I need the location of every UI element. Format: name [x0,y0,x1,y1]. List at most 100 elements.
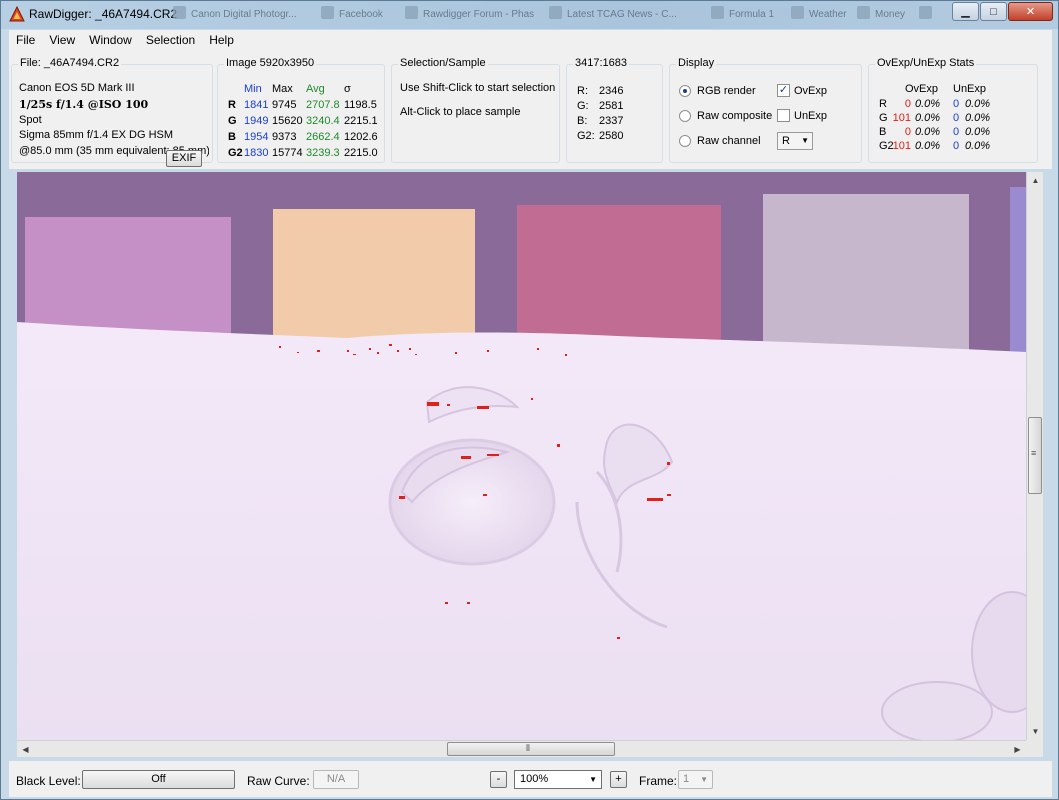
horizontal-scrollbar[interactable]: ◀ ⦀ ▶ [17,740,1026,757]
scroll-up-icon[interactable]: ▲ [1027,172,1044,189]
header-min: Min [244,83,262,95]
file-info-group: File: _46A7494.CR2 Canon EOS 5D Mark III… [11,57,213,167]
stats-channel: G [879,112,888,124]
row-min: 1841 [244,99,269,111]
image-viewport[interactable] [17,172,1026,740]
unexp-percent: 0.0% [965,140,991,152]
ghost-tab: Facebook [321,6,391,23]
emboss-shape [881,681,993,740]
menu-view[interactable]: View [42,30,82,50]
color-patch [273,209,475,349]
row-sigma: 2215.0 [344,147,378,159]
unexp-checkbox[interactable] [777,109,790,122]
metering-mode: Spot [19,114,42,126]
black-level-button[interactable]: Off [82,770,235,789]
ghost-tab: Canon Digital Photogr... [173,6,298,23]
selection-hint: Use Shift-Click to start selection [400,82,556,94]
zoom-select[interactable]: 100% ▼ [514,770,602,789]
unexp-label[interactable]: UnExp [794,110,827,122]
maximize-icon: □ [990,5,997,18]
close-button[interactable]: ✕ [1008,2,1053,21]
zoom-out-button[interactable]: - [490,771,507,788]
ovexp-percent: 0.0% [915,140,941,152]
menu-selection[interactable]: Selection [139,30,202,50]
sample-value: 2581 [599,100,624,112]
sample-label: G2: [577,130,595,142]
unexp-count: 0 [953,140,960,152]
row-channel: G2 [228,147,243,159]
row-min: 1949 [244,115,269,127]
scroll-down-icon[interactable]: ▼ [1027,723,1044,740]
maximize-button[interactable]: □ [980,2,1007,21]
file-group-title: File: _46A7494.CR2 [18,57,122,69]
menu-bar: File View Window Selection Help [9,30,1052,50]
ovexp-count: 101 [892,112,911,124]
exposure-settings: 1/25s f/1.4 @ISO 100 [19,98,149,111]
rgb-render-radio[interactable] [679,85,691,97]
scroll-left-icon[interactable]: ◀ [17,741,34,758]
title-bar[interactable]: RawDigger: _46A7494.CR2 Canon Digital Ph… [1,1,1058,29]
sample-label: B: [577,115,588,127]
horizontal-scroll-thumb[interactable]: ⦀ [447,742,615,756]
camera-model: Canon EOS 5D Mark III [19,82,135,94]
frame-label: Frame: [639,774,678,788]
raw-curve-button[interactable]: N/A [313,770,359,789]
unexp-percent: 0.0% [965,112,991,124]
row-max: 9373 [272,131,297,143]
frame-select[interactable]: 1 ▼ [678,770,713,789]
row-channel: G [228,115,237,127]
grip-icon: ⦀ [526,743,530,753]
scrollbar-corner [1026,740,1043,757]
color-patch [517,205,721,350]
sample-value: 2346 [599,85,624,97]
image-group-title: Image 5920x3950 [224,57,317,69]
raw-channel-select[interactable]: R ▼ [777,132,813,150]
menu-help[interactable]: Help [202,30,241,50]
raw-image-preview [17,172,1026,740]
chevron-down-icon: ▼ [589,775,597,784]
ovexp-checkbox[interactable]: ✓ [777,84,790,97]
vertical-scroll-thumb[interactable]: ≡ [1028,417,1042,494]
row-channel: R [228,99,236,111]
menu-file[interactable]: File [9,30,42,50]
scroll-right-icon[interactable]: ▶ [1009,741,1026,758]
grip-icon: ≡ [1031,448,1037,458]
sample-label: R: [577,85,588,97]
info-panel: File: _46A7494.CR2 Canon EOS 5D Mark III… [9,50,1052,169]
black-level-label: Black Level: [16,774,81,788]
raw-channel-label[interactable]: Raw channel [697,135,761,147]
ghost-tab: Weather [791,6,851,23]
header-avg: Avg [306,83,325,95]
vertical-scrollbar[interactable]: ▲ ≡ ▼ [1026,172,1043,740]
image-stats-group: Image 5920x3950 Min Max Avg σ R 1841 974… [217,57,385,163]
bottom-toolbar: Black Level: Off Raw Curve: N/A - 100% ▼… [9,761,1052,797]
ovexp-stats-group: OvExp/UnExp Stats OvExp UnExp R 0 0.0% 0… [868,57,1038,163]
raw-channel-radio[interactable] [679,135,691,147]
zoom-in-button[interactable]: + [610,771,627,788]
ovexp-percent: 0.0% [915,126,941,138]
stats-channel: R [879,98,887,110]
header-unexp: UnExp [953,83,987,95]
app-window: RawDigger: _46A7494.CR2 Canon Digital Ph… [0,0,1059,800]
row-min: 1954 [244,131,269,143]
minimize-icon: ▁ [961,6,970,18]
unexp-count: 0 [953,98,960,110]
rgb-render-label[interactable]: RGB render [697,85,756,97]
display-group-title: Display [676,57,717,69]
menu-window[interactable]: Window [82,30,139,50]
raw-composite-label[interactable]: Raw composite [697,110,772,122]
ghost-tab [919,6,947,23]
stats-channel: B [879,126,887,138]
header-sigma: σ [344,83,351,95]
sample-coordinates: 3417:1683 [573,57,629,69]
minimize-button[interactable]: ▁ [952,2,979,21]
row-avg: 3239.3 [306,147,340,159]
exif-button[interactable]: EXIF [166,150,202,167]
stats-group-title: OvExp/UnExp Stats [875,57,977,69]
ovexp-label[interactable]: OvExp [794,85,827,97]
row-avg: 2662.4 [306,131,340,143]
row-min: 1830 [244,147,269,159]
row-sigma: 1198.5 [344,99,377,111]
raw-composite-radio[interactable] [679,110,691,122]
ovexp-percent: 0.0% [915,112,941,124]
